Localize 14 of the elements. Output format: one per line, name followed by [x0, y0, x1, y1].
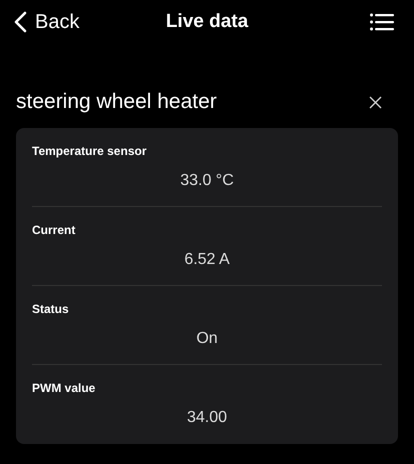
reading-label: Current	[32, 223, 76, 237]
reading-label: Status	[32, 302, 70, 316]
back-button[interactable]: Back	[14, 10, 80, 34]
list-menu-icon[interactable]	[370, 13, 394, 31]
screen-title: Live data	[166, 11, 248, 33]
reading-label: PWM value	[32, 381, 96, 395]
reading-value: 33.0 °C	[180, 172, 234, 190]
chevron-left-icon	[14, 11, 27, 33]
reading-value: 34.00	[186, 409, 228, 427]
reading-value: On	[196, 330, 218, 348]
reading-value: 6.52 A	[184, 251, 230, 269]
reading-label: Temperature sensor	[32, 144, 148, 158]
section-title: steering wheel heater	[16, 90, 217, 114]
close-icon[interactable]	[369, 96, 382, 108]
